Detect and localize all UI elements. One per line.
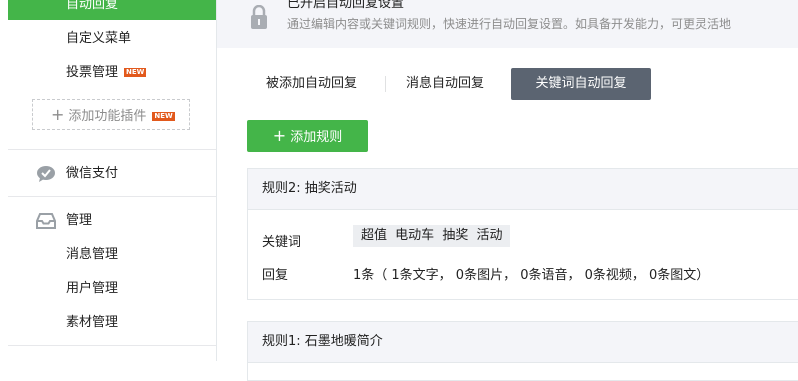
sidebar-item-label: 投票管理 — [66, 65, 119, 80]
tab-label: 被添加自动回复 — [266, 76, 358, 91]
tab-divider — [385, 76, 386, 92]
add-plugin-label: 添加功能插件 — [68, 109, 147, 124]
add-rule-label: 添加规则 — [290, 130, 343, 145]
inbox-icon — [36, 212, 56, 236]
notice-banner: 已开启自动回复设置 通过编辑内容或关键词规则，快速进行自动回复设置。如具备开发能… — [217, 0, 798, 48]
keyword-label: 关键词 — [262, 235, 302, 250]
sidebar-item-material-manage[interactable]: 素材管理 — [66, 314, 118, 332]
sidebar-item-user-manage[interactable]: 用户管理 — [66, 280, 118, 298]
tab-message-auto-reply[interactable]: 消息自动回复 — [406, 68, 484, 100]
sidebar-item-label: 自定义菜单 — [66, 31, 132, 46]
tab-label: 关键词自动回复 — [535, 76, 627, 91]
reply-label: 回复 — [262, 268, 289, 283]
plus-icon: + — [272, 126, 287, 145]
notice-title: 已开启自动回复设置 — [287, 0, 405, 11]
plus-icon: + — [51, 105, 65, 124]
rule-card[interactable]: 规则1: 石墨地暖简介 — [247, 321, 798, 381]
keyword-tag: 超值 — [361, 228, 388, 243]
keyword-tag: 活动 — [476, 228, 503, 243]
sidebar-item-label: 素材管理 — [66, 315, 119, 330]
sidebar-item-label: 用户管理 — [66, 281, 119, 296]
reply-summary: 1条（ 1条文字， 0条图片， 0条语音， 0条视频， 0条图文） — [353, 268, 710, 283]
add-rule-button[interactable]: + 添加规则 — [247, 120, 368, 152]
new-badge: NEW — [152, 112, 175, 121]
keyword-tag: 抽奖 — [442, 228, 469, 243]
wechat-pay-icon — [36, 165, 56, 189]
divider — [8, 149, 216, 150]
sidebar-item-custom-menu[interactable]: 自定义菜单 — [66, 30, 131, 48]
lock-icon — [250, 4, 268, 35]
notice-description: 通过编辑内容或关键词规则，快速进行自动回复设置。如具备开发能力，可更灵活地 — [287, 17, 732, 31]
sidebar-item-auto-reply[interactable]: 自动回复 — [8, 0, 216, 20]
divider — [8, 196, 216, 197]
sidebar-item-message-manage[interactable]: 消息管理 — [66, 246, 118, 264]
sidebar-item-label: 微信支付 — [66, 166, 119, 181]
divider — [8, 345, 216, 346]
new-badge: NEW — [124, 68, 147, 77]
keyword-tag: 电动车 — [395, 228, 435, 243]
tab-added-auto-reply[interactable]: 被添加自动回复 — [266, 68, 357, 100]
rule-card[interactable]: 规则2: 抽奖活动 关键词 超值 电动车 抽奖 活动 回复 1条（ 1条文字， … — [247, 168, 798, 300]
sidebar-item-label: 消息管理 — [66, 247, 119, 262]
add-plugin-button[interactable]: + 添加功能插件 NEW — [32, 99, 190, 130]
rule-title: 规则1: 石墨地暖简介 — [248, 322, 798, 363]
tab-keyword-auto-reply[interactable]: 关键词自动回复 — [511, 68, 651, 100]
keyword-list: 超值 电动车 抽奖 活动 — [353, 225, 511, 247]
rule-title: 规则2: 抽奖活动 — [248, 169, 798, 210]
sidebar-item-vote-manage[interactable]: 投票管理 NEW — [66, 64, 147, 82]
tab-label: 消息自动回复 — [406, 76, 485, 91]
main-content: 已开启自动回复设置 通过编辑内容或关键词规则，快速进行自动回复设置。如具备开发能… — [217, 0, 798, 381]
sidebar-category-label: 管理 — [66, 213, 93, 228]
sidebar: 自动回复 自定义菜单 投票管理 NEW +添加功能插件 NEW 微信支付 管理 — [0, 0, 217, 361]
